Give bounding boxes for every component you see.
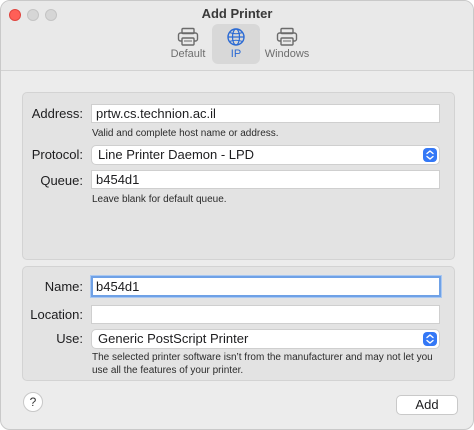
use-hint: The selected printer software isn’t from… [92, 352, 433, 376]
tab-default[interactable]: Default [162, 24, 214, 64]
location-field[interactable] [91, 305, 440, 324]
queue-hint: Leave blank for default queue. [92, 194, 227, 205]
chevron-up-down-icon [423, 332, 437, 346]
tab-default-label: Default [170, 48, 206, 60]
name-field[interactable] [91, 276, 441, 297]
tab-windows-label: Windows [264, 48, 310, 60]
add-printer-window: Add Printer Default IP Windows Address: … [0, 0, 474, 430]
tab-ip[interactable]: IP [212, 24, 260, 64]
name-label: Name: [44, 279, 83, 294]
address-field[interactable] [91, 104, 440, 123]
queue-field[interactable] [91, 170, 440, 189]
tab-ip-label: IP [230, 48, 242, 60]
protocol-label: Protocol: [31, 147, 83, 162]
queue-label: Queue: [40, 173, 83, 188]
address-label: Address: [31, 106, 83, 121]
globe-icon [225, 27, 247, 47]
use-select-value: Generic PostScript Printer [98, 331, 249, 346]
use-select[interactable]: Generic PostScript Printer [91, 329, 440, 349]
use-label: Use: [56, 331, 83, 346]
protocol-select[interactable]: Line Printer Daemon - LPD [91, 145, 440, 165]
printer-icon [177, 27, 199, 47]
protocol-select-value: Line Printer Daemon - LPD [98, 147, 255, 162]
tab-windows[interactable]: Windows [261, 24, 313, 64]
address-hint: Valid and complete host name or address. [92, 128, 279, 139]
location-label: Location: [30, 307, 83, 322]
title-bar: Add Printer Default IP Windows [1, 1, 473, 71]
printer-icon [276, 27, 298, 47]
window-title: Add Printer [201, 6, 273, 21]
help-button[interactable]: ? [23, 392, 43, 412]
chevron-up-down-icon [423, 148, 437, 162]
add-button[interactable]: Add [396, 395, 458, 415]
